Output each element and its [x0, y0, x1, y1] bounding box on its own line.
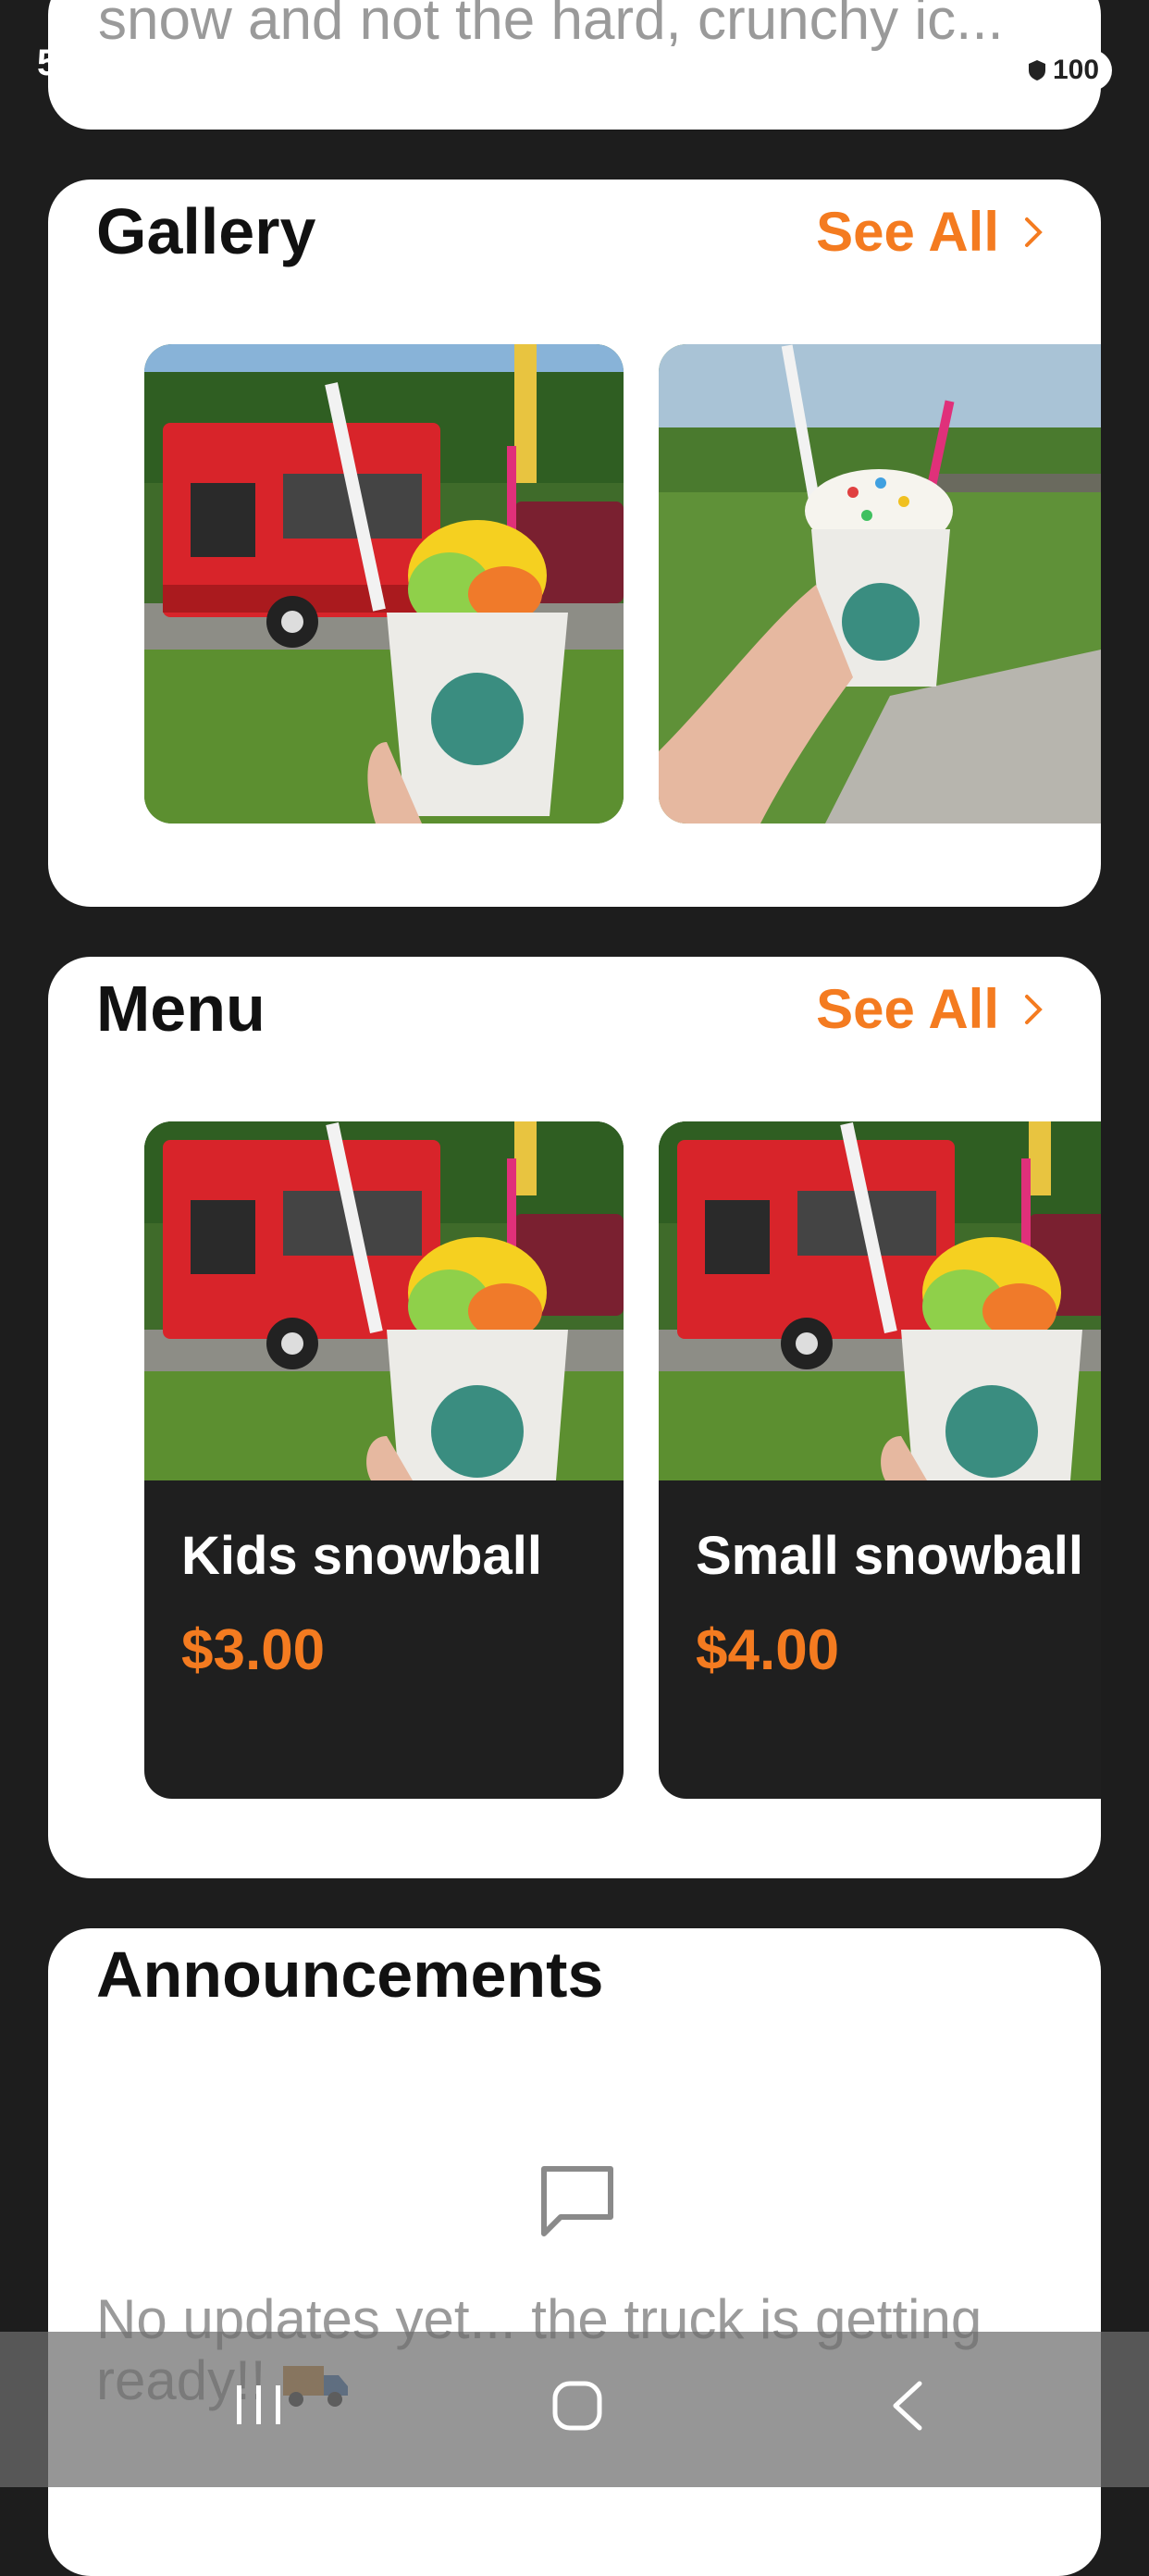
- menu-item-small-snowball[interactable]: Small snowball $4.00: [659, 1121, 1101, 1799]
- menu-item-photo: [144, 1121, 624, 1480]
- menu-item-price: $3.00: [181, 1618, 326, 1682]
- home-button[interactable]: [550, 2372, 605, 2437]
- gallery-see-all-button[interactable]: See All: [816, 200, 1044, 264]
- gallery-see-all-label: See All: [816, 201, 999, 263]
- menu-item-kids-snowball[interactable]: Kids snowball $3.00: [144, 1121, 624, 1799]
- gallery-card: Gallery See All: [48, 180, 1101, 907]
- gallery-image-snowball-truck[interactable]: [144, 344, 624, 824]
- menu-see-all-label: See All: [816, 978, 999, 1040]
- menu-card: Menu See All Kids snowball $3.00 Small s…: [48, 957, 1101, 1878]
- system-nav-bar: [0, 2332, 1149, 2487]
- menu-item-name: Small snowball: [696, 1526, 1083, 1586]
- snowball-truck-photo: [659, 1121, 1101, 1480]
- gallery-title: Gallery: [96, 195, 316, 267]
- gallery-image-milkshake[interactable]: [659, 344, 1101, 824]
- chevron-right-icon: [1025, 994, 1043, 1024]
- menu-item-price: $4.00: [696, 1618, 840, 1682]
- menu-item-name: Kids snowball: [181, 1526, 542, 1586]
- snowball-truck-photo: [144, 1121, 624, 1480]
- milkshake-photo: [659, 344, 1101, 824]
- chevron-right-icon: [1025, 217, 1043, 247]
- home-icon: [552, 2381, 602, 2431]
- about-card: snow and not the hard, crunchy ic...: [48, 0, 1101, 130]
- snowball-truck-photo: [144, 344, 624, 824]
- menu-item-photo: [659, 1121, 1101, 1480]
- chat-bubble-icon: [541, 2166, 613, 2236]
- battery-level: 100: [1053, 55, 1100, 85]
- menu-see-all-button[interactable]: See All: [816, 977, 1044, 1041]
- menu-title: Menu: [96, 972, 266, 1045]
- shield-icon: [1029, 60, 1045, 80]
- announcements-title: Announcements: [96, 1938, 604, 2011]
- recents-button[interactable]: [231, 2372, 287, 2437]
- recents-icon: [237, 2385, 280, 2424]
- back-button[interactable]: [879, 2372, 934, 2437]
- battery-indicator: 100: [1016, 50, 1113, 91]
- about-snippet: snow and not the hard, crunchy ic...: [98, 0, 1004, 52]
- back-icon: [893, 2381, 922, 2431]
